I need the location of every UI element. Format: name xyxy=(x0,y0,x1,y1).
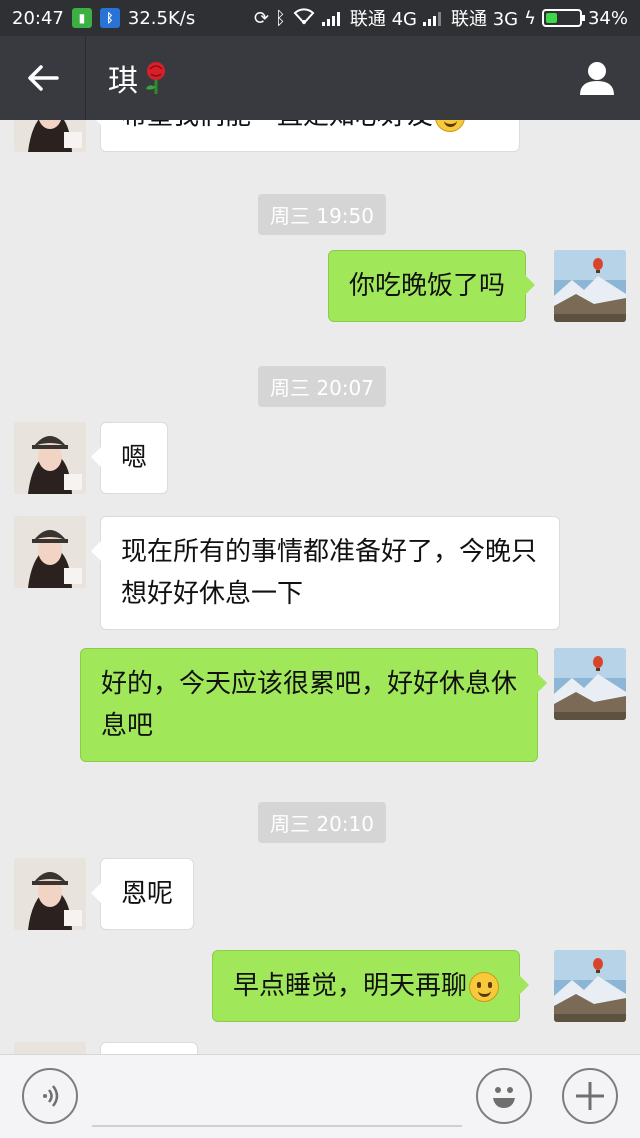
carrier-2: 联通 3G xyxy=(450,9,519,30)
message-bubble-out[interactable]: 你吃晚饭了吗 xyxy=(328,250,536,322)
emoji-icon xyxy=(493,1087,515,1108)
smiley-icon xyxy=(469,971,500,1002)
plus-icon xyxy=(576,1082,604,1110)
my-avatar[interactable] xyxy=(554,250,626,322)
contact-profile-button[interactable] xyxy=(554,36,640,120)
voice-button[interactable] xyxy=(22,1068,78,1124)
input-bar xyxy=(0,1054,640,1138)
arrow-left-icon xyxy=(27,65,59,91)
voice-icon xyxy=(43,1085,59,1107)
person-icon xyxy=(580,62,614,95)
my-avatar[interactable] xyxy=(554,648,626,720)
status-time: 20:47 xyxy=(12,7,64,29)
message-bubble-out[interactable]: 早点睡觉，明天再聊 xyxy=(212,950,530,1022)
signal-icon xyxy=(422,10,445,26)
smiley-icon xyxy=(435,120,466,132)
chat-header: 琪 xyxy=(0,36,640,120)
message-text: 恩呢 xyxy=(121,879,174,909)
contact-avatar[interactable] xyxy=(14,422,86,494)
contact-avatar[interactable] xyxy=(14,1042,86,1054)
message-bubble-in[interactable]: 恩呢 xyxy=(90,858,195,930)
message-text: 嗯 xyxy=(121,443,148,473)
more-button[interactable] xyxy=(562,1068,618,1124)
network-speed: 32.5K/s xyxy=(127,7,196,29)
message-timestamp: 周三 20:10 xyxy=(258,802,386,843)
sync-icon: ⟳ xyxy=(253,7,270,29)
message-timestamp: 周三 19:50 xyxy=(258,194,386,235)
message-bubble-in[interactable]: 希望我们能一直是知心好友 xyxy=(91,120,520,152)
message-bubble-in[interactable]: 现在所有的事情都准备好了，今晚只想好好休息一下 xyxy=(91,516,560,630)
battery-percent: 34% xyxy=(587,7,628,29)
contact-name: 琪 xyxy=(108,64,138,99)
message-bubble-in[interactable]: 嗯 xyxy=(90,422,169,494)
rose-icon xyxy=(146,62,165,94)
bluetooth-icon: ᛒ xyxy=(275,7,286,29)
charging-icon: ϟ xyxy=(524,7,536,29)
signal-icon xyxy=(321,10,344,26)
message-text: 希望我们能一直是知心好友 xyxy=(121,120,433,131)
message-text: 现在所有的事情都准备好了，今晚只想好好休息一下 xyxy=(121,537,538,609)
wifi-icon xyxy=(292,7,316,30)
contact-avatar[interactable] xyxy=(14,120,86,152)
message-list[interactable]: 希望我们能一直是知心好友 周三 19:50 你吃晚饭了吗 周三 20:07 嗯 … xyxy=(0,120,640,1054)
carrier-1: 联通 4G xyxy=(349,9,417,30)
message-input[interactable] xyxy=(92,1065,462,1127)
emoji-button[interactable] xyxy=(476,1068,532,1124)
message-bubble-in[interactable] xyxy=(100,1042,198,1054)
battery-icon xyxy=(541,9,585,27)
message-timestamp: 周三 20:07 xyxy=(258,366,386,407)
message-text: 早点睡觉，明天再聊 xyxy=(233,971,468,1001)
message-bubble-out[interactable]: 好的，今天应该很累吧，好好休息休息吧 xyxy=(80,648,547,762)
status-bar: 20:47 ▮ ᛒ 32.5K/s ⟳ ᛒ 联通 4G 联通 3G ϟ 34% xyxy=(0,0,640,36)
app-notification-icon: ▮ xyxy=(71,8,92,28)
message-text: 你吃晚饭了吗 xyxy=(349,271,506,301)
bluetooth-notification-icon: ᛒ xyxy=(99,8,120,28)
my-avatar[interactable] xyxy=(554,950,626,1022)
chat-title: 琪 xyxy=(108,56,170,100)
contact-avatar[interactable] xyxy=(14,516,86,588)
back-button[interactable] xyxy=(0,36,86,120)
contact-avatar[interactable] xyxy=(14,858,86,930)
message-text: 好的，今天应该很累吧，好好休息休息吧 xyxy=(101,669,518,741)
